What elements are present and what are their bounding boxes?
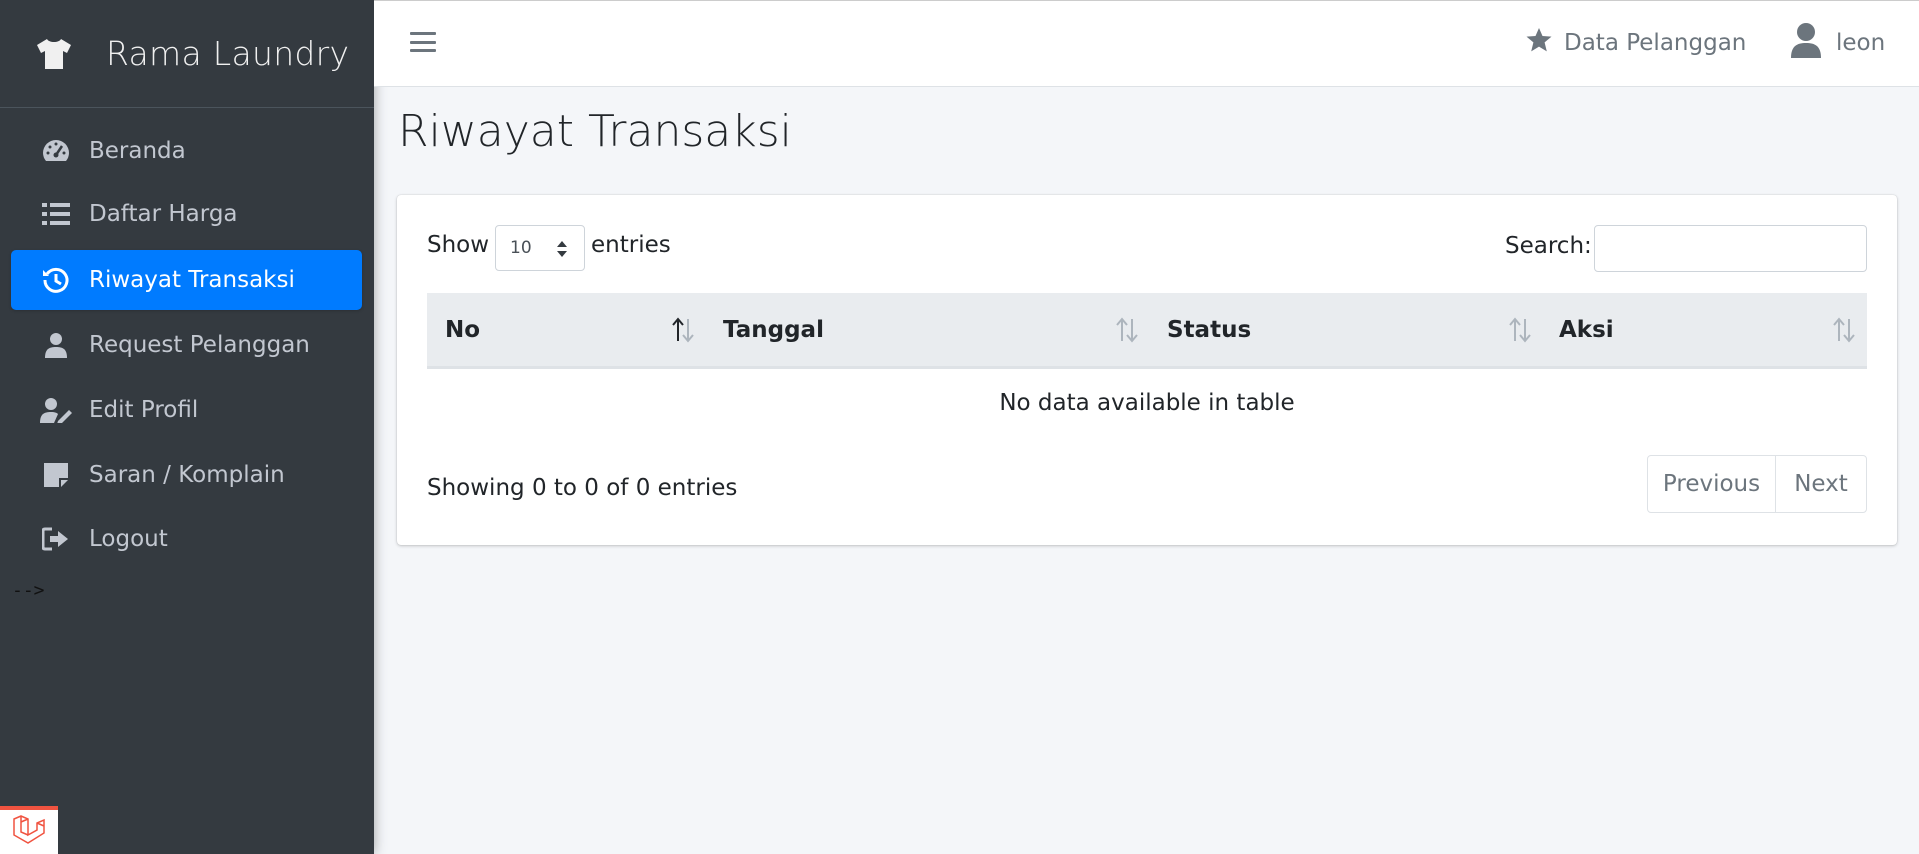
entries-length-value: 10 — [510, 238, 532, 258]
entries-length-select[interactable]: 10 — [495, 225, 585, 271]
tachometer-icon — [39, 136, 73, 166]
search-label: Search: — [1505, 233, 1592, 259]
previous-button[interactable]: Previous — [1648, 456, 1776, 512]
pagination: Previous Next — [1647, 455, 1867, 513]
user-icon — [39, 330, 73, 360]
sidebar-item-daftar-harga[interactable]: Daftar Harga — [11, 184, 362, 244]
list-icon — [39, 199, 73, 229]
sidebar-item-label: Edit Profil — [89, 397, 199, 423]
sort-icon — [1831, 317, 1857, 343]
sidebar: Rama Laundry Beranda Daftar Harga Riwaya… — [0, 0, 374, 854]
sidebar-item-label: Riwayat Transaksi — [89, 267, 295, 293]
length-entries-label: entries — [591, 232, 671, 258]
page-title: Riwayat Transaksi — [398, 106, 792, 157]
sidebar-item-beranda[interactable]: Beranda — [11, 121, 362, 181]
laravel-icon — [12, 815, 46, 849]
user-name: leon — [1836, 30, 1886, 56]
transactions-card: Show 10 entries Search: No Tanggal Statu… — [397, 195, 1897, 545]
sort-icon — [1114, 317, 1140, 343]
sidebar-item-label: Beranda — [89, 138, 186, 164]
brand-link[interactable]: Rama Laundry — [0, 0, 374, 108]
sidebar-item-label: Daftar Harga — [89, 201, 238, 227]
column-header-status[interactable]: Status — [1167, 293, 1251, 366]
sticky-note-icon — [39, 460, 73, 490]
sort-caret-icon — [556, 240, 568, 263]
menu-toggle-icon[interactable] — [410, 29, 436, 55]
sidebar-item-label: Logout — [89, 526, 168, 552]
data-pelanggan-link[interactable]: Data Pelanggan — [1526, 23, 1746, 63]
star-icon — [1526, 27, 1552, 59]
history-icon — [39, 265, 73, 295]
sort-icon — [670, 317, 696, 343]
column-header-tanggal[interactable]: Tanggal — [723, 293, 824, 366]
next-button[interactable]: Next — [1776, 456, 1866, 512]
debugbar-button[interactable] — [0, 806, 58, 854]
topbar: Data Pelanggan leon — [374, 0, 1919, 87]
brand-text: Rama Laundry — [106, 34, 350, 73]
column-header-aksi[interactable]: Aksi — [1559, 293, 1614, 366]
table-info: Showing 0 to 0 of 0 entries — [427, 475, 738, 501]
stray-comment-text: --> — [12, 580, 45, 601]
length-show-label: Show — [427, 232, 490, 258]
sidebar-item-saran-komplain[interactable]: Saran / Komplain — [11, 445, 362, 505]
sign-out-icon — [39, 524, 73, 554]
sidebar-item-riwayat-transaksi[interactable]: Riwayat Transaksi — [11, 250, 362, 310]
table-empty-message: No data available in table — [999, 390, 1295, 416]
sidebar-item-label: Saran / Komplain — [89, 462, 285, 488]
user-avatar-icon — [1790, 22, 1822, 64]
data-pelanggan-label: Data Pelanggan — [1564, 30, 1747, 56]
sidebar-item-edit-profil[interactable]: Edit Profil — [11, 380, 362, 440]
sidebar-item-logout[interactable]: Logout — [11, 509, 362, 569]
sort-icon — [1507, 317, 1533, 343]
search-input[interactable] — [1594, 225, 1867, 272]
column-header-no[interactable]: No — [445, 293, 480, 366]
user-menu[interactable]: leon — [1790, 23, 1885, 63]
user-edit-icon — [39, 395, 73, 425]
sidebar-item-request-pelanggan[interactable]: Request Pelanggan — [11, 315, 362, 375]
table-header: No Tanggal Status Aksi — [427, 293, 1867, 369]
tshirt-icon — [34, 36, 74, 72]
sidebar-item-label: Request Pelanggan — [89, 332, 310, 358]
